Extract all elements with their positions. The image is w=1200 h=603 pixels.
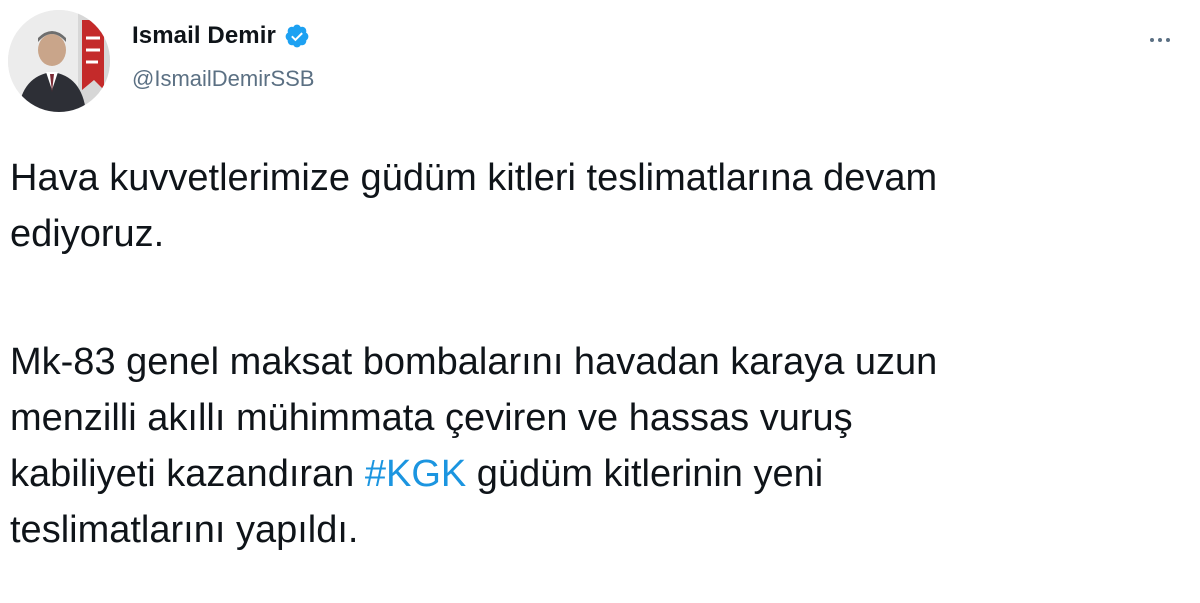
tweet-line: Mk-83 genel maksat bombalarını havadan k… [10,341,938,383]
tweet-line: menzilli akıllı mühimmata çeviren ve has… [10,397,853,439]
more-options-button[interactable] [1140,26,1180,54]
tweet-card: Ismail Demir @IsmailDemirSSB Hava kuvvet… [0,0,1200,603]
more-options-dot [1158,38,1162,42]
tweet-line: kabiliyeti kazandıran #KGK güdüm kitleri… [10,446,1190,502]
tweet-line: teslimatlarını yapıldı. [10,509,359,551]
more-options-icon [1150,38,1154,42]
profile-photo [8,10,110,112]
tweet-body: Hava kuvvetlerimize güdüm kitleri teslim… [10,150,1190,558]
hashtag-link[interactable]: #KGK [365,453,466,495]
tweet-text-segment: güdüm kitlerinin yeni [466,453,824,495]
tweet-line: ediyoruz. [10,213,165,255]
more-options-dot [1166,38,1170,42]
tweet-line: Hava kuvvetlerimize güdüm kitleri teslim… [10,157,938,199]
author-display-name[interactable]: Ismail Demir [132,22,276,50]
tweet-text-segment: kabiliyeti kazandıran [10,453,365,495]
verified-badge-icon [285,24,309,48]
author-handle[interactable]: @IsmailDemirSSB [132,66,314,92]
author-name-row: Ismail Demir [132,22,310,50]
avatar[interactable] [8,10,110,112]
